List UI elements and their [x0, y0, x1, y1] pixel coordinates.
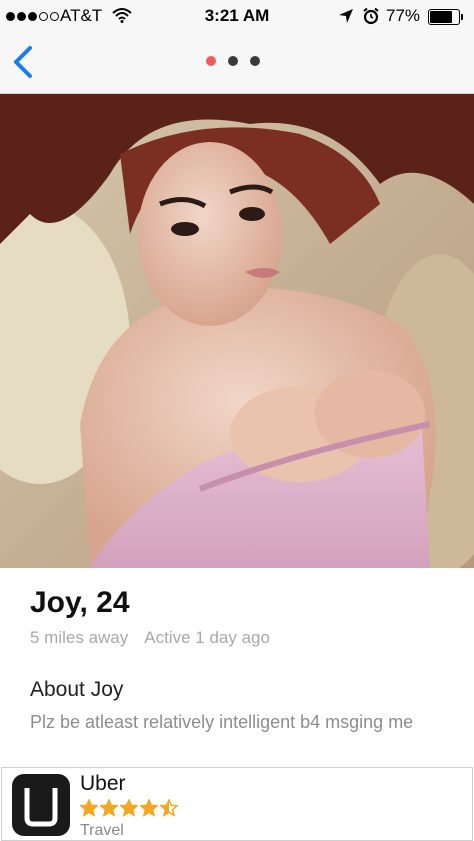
last-active-label: Active 1 day ago	[144, 628, 270, 647]
star-full-icon	[120, 799, 138, 817]
back-button[interactable]	[6, 42, 42, 82]
page-indicator-dot[interactable]	[206, 56, 216, 66]
page-indicator-dot[interactable]	[228, 56, 238, 66]
navigation-bar	[0, 34, 474, 94]
star-half-icon	[160, 799, 178, 817]
chevron-left-icon	[14, 46, 32, 78]
profile-name-age: Joy, 24	[30, 586, 130, 619]
app-category: Travel	[80, 822, 124, 839]
distance-label: 5 miles away	[30, 628, 129, 647]
star-full-icon	[100, 799, 118, 817]
photo-page-indicator[interactable]	[206, 56, 260, 66]
profile-photo-image	[0, 94, 474, 568]
app-rating-stars	[80, 799, 178, 817]
profile-bio: Plz be atleast relatively intelligent b4…	[30, 712, 414, 732]
profile-photo[interactable]	[0, 94, 474, 568]
alarm-clock-icon	[362, 7, 380, 30]
app-name: Uber	[80, 772, 126, 795]
about-heading: About Joy	[30, 678, 124, 701]
star-full-icon	[140, 799, 158, 817]
location-arrow-icon	[338, 8, 354, 29]
profile-meta: 5 miles away Active 1 day ago	[30, 628, 270, 648]
app-card-uber[interactable]: Uber Travel	[1, 767, 473, 841]
uber-app-icon	[12, 774, 70, 836]
page-indicator-dot[interactable]	[250, 56, 260, 66]
status-bar: AT&T 3:21 AM 77%	[0, 0, 474, 34]
battery-percent: 77%	[386, 6, 421, 25]
star-full-icon	[80, 799, 98, 817]
battery-icon	[428, 9, 464, 25]
